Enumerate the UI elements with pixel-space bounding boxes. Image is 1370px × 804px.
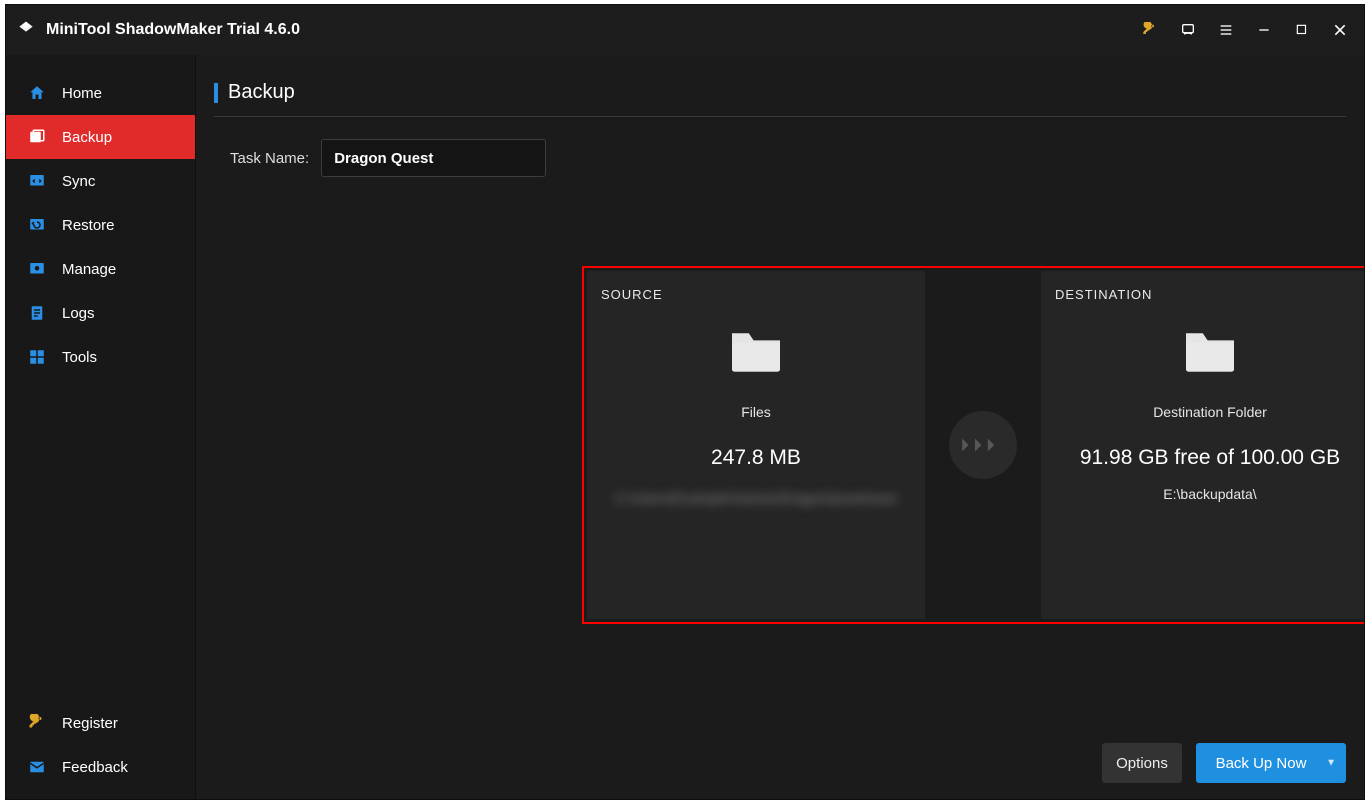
destination-free: 91.98 GB free of 100.00 GB [1080, 446, 1340, 470]
logs-icon [28, 304, 46, 322]
sidebar-item-logs[interactable]: Logs [6, 291, 195, 335]
task-name-input[interactable] [321, 139, 546, 177]
sidebar-item-sync[interactable]: Sync [6, 159, 195, 203]
source-path-blurred: C:\Users\Example\Games\DragonQuest\save [606, 490, 906, 506]
options-button-label: Options [1116, 755, 1168, 772]
sidebar-item-restore[interactable]: Restore [6, 203, 195, 247]
page-title: Backup [228, 81, 295, 104]
app-window: MiniTool ShadowMaker Trial 4.6.0 [5, 4, 1365, 800]
folder-icon [1177, 326, 1243, 374]
sidebar-item-label: Feedback [62, 759, 128, 776]
destination-title: DESTINATION [1055, 287, 1152, 302]
home-icon [28, 84, 46, 102]
app-body: Home Backup Sync [6, 55, 1364, 799]
close-button[interactable] [1324, 14, 1356, 46]
destination-label: Destination Folder [1153, 404, 1267, 420]
sidebar-item-backup[interactable]: Backup [6, 115, 195, 159]
destination-card[interactable]: DESTINATION Destination Folder 91.98 GB … [1041, 271, 1364, 619]
sidebar-bottom: Register Feedback [6, 701, 195, 799]
license-key-icon[interactable] [1134, 14, 1166, 46]
window-controls [1134, 14, 1356, 46]
task-name-label: Task Name: [230, 150, 309, 167]
sidebar-item-label: Manage [62, 261, 116, 278]
maximize-button[interactable] [1286, 14, 1318, 46]
key-icon [28, 714, 46, 732]
content-area: Backup Task Name: SOURCE Files 247.8 MB … [196, 55, 1364, 799]
backup-icon [28, 128, 46, 146]
titlebar: MiniTool ShadowMaker Trial 4.6.0 [6, 5, 1364, 55]
source-destination-panel: SOURCE Files 247.8 MB C:\Users\Example\G… [587, 271, 1364, 619]
backup-now-button[interactable]: Back Up Now ▼ [1196, 743, 1346, 783]
folder-icon [723, 326, 789, 374]
sidebar-feedback[interactable]: Feedback [6, 745, 195, 789]
source-label: Files [741, 404, 771, 420]
app-logo-icon [16, 20, 36, 40]
sidebar-item-label: Backup [62, 129, 112, 146]
manage-icon [28, 260, 46, 278]
sidebar-item-label: Home [62, 85, 102, 102]
sidebar-item-label: Register [62, 715, 118, 732]
task-name-row: Task Name: [230, 139, 1346, 177]
sidebar-item-label: Sync [62, 173, 95, 190]
sidebar-item-tools[interactable]: Tools [6, 335, 195, 379]
sidebar: Home Backup Sync [6, 55, 196, 799]
app-title: MiniTool ShadowMaker Trial 4.6.0 [46, 21, 300, 39]
sidebar-item-label: Logs [62, 305, 95, 322]
mail-icon [28, 758, 46, 776]
source-card[interactable]: SOURCE Files 247.8 MB C:\Users\Example\G… [587, 271, 925, 619]
footer-actions: Options Back Up Now ▼ [1102, 743, 1346, 783]
media-icon[interactable] [1172, 14, 1204, 46]
tools-icon [28, 348, 46, 366]
nav-list: Home Backup Sync [6, 71, 195, 701]
source-size: 247.8 MB [711, 446, 801, 470]
sidebar-item-label: Restore [62, 217, 115, 234]
destination-path: E:\backupdata\ [1163, 486, 1256, 502]
sidebar-item-label: Tools [62, 349, 97, 366]
page-header: Backup [214, 81, 1346, 117]
sidebar-item-home[interactable]: Home [6, 71, 195, 115]
sync-icon [28, 172, 46, 190]
restore-icon [28, 216, 46, 234]
menu-icon[interactable] [1210, 14, 1242, 46]
chevron-right-icon [949, 411, 1017, 479]
source-title: SOURCE [601, 287, 663, 302]
accent-bar [214, 83, 218, 103]
sidebar-item-manage[interactable]: Manage [6, 247, 195, 291]
options-button[interactable]: Options [1102, 743, 1182, 783]
chevron-down-icon: ▼ [1326, 758, 1336, 769]
sidebar-register[interactable]: Register [6, 701, 195, 745]
backup-now-label: Back Up Now [1216, 755, 1307, 772]
transfer-arrow [925, 271, 1041, 619]
minimize-button[interactable] [1248, 14, 1280, 46]
